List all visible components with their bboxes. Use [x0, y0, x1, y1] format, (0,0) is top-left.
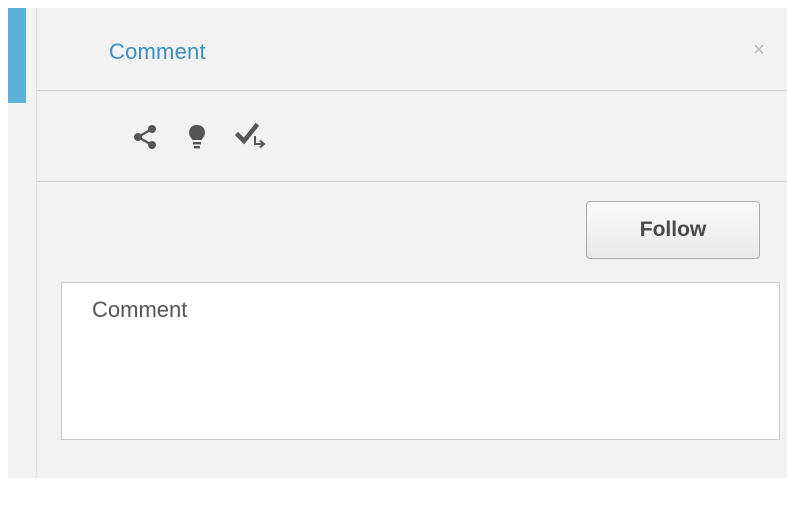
close-icon[interactable]: × — [749, 40, 769, 60]
share-button[interactable] — [127, 119, 163, 155]
idea-button[interactable] — [179, 119, 215, 155]
rail-accent-tab[interactable] — [8, 8, 26, 103]
follow-button[interactable]: Follow — [586, 201, 760, 259]
panel-header: Comment × — [37, 8, 787, 91]
panel-title: Comment — [109, 39, 206, 64]
comment-panel-window: Comment × Follow Comment — [0, 0, 787, 506]
share-icon — [134, 125, 156, 149]
side-rail — [8, 8, 37, 478]
comment-panel: Comment × Follow Comment — [37, 8, 787, 478]
action-toolbar — [37, 91, 787, 182]
comment-input[interactable] — [61, 282, 780, 440]
accept-forward-button[interactable] — [233, 119, 269, 155]
check-forward-icon — [235, 122, 266, 149]
lightbulb-icon — [189, 125, 205, 149]
